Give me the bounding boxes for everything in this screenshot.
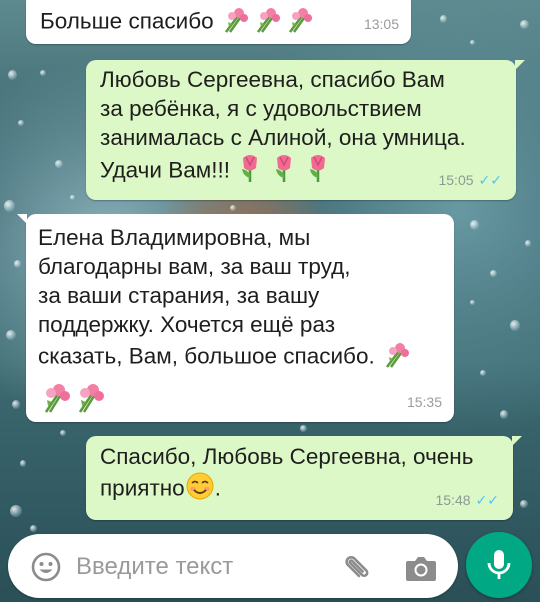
paperclip-icon[interactable] — [338, 551, 372, 585]
bouquet-icon — [78, 384, 104, 413]
tulip-icon — [310, 155, 326, 182]
bouquet-emoji-row — [38, 380, 440, 421]
message-text-suffix: . — [214, 475, 221, 501]
message-bubble-incoming[interactable]: Елена Владимировна, мы благодарны вам, з… — [17, 214, 454, 422]
message-meta: 15:35 — [407, 388, 442, 417]
message-text: Елена Владимировна, мы благодарны вам, з… — [38, 225, 375, 369]
bubble-tail — [515, 60, 525, 70]
message-time: 13:05 — [363, 16, 399, 32]
smiling-face-icon — [185, 471, 215, 508]
message-time: 15:48 — [435, 492, 471, 508]
bubble-tail — [17, 214, 27, 224]
read-receipt-icon: ✓✓ — [475, 492, 499, 508]
message-bubble-outgoing[interactable]: Спасибо, Любовь Сергеевна, очень приятно… — [86, 436, 522, 520]
message-meta: 13:05 — [364, 10, 399, 39]
bouquet-icon — [256, 8, 280, 33]
read-receipt-icon: ✓✓ — [478, 172, 502, 188]
bouquet-icon — [381, 339, 413, 376]
bouquet-emoji-row — [220, 4, 316, 41]
message-time: 15:05 — [438, 172, 474, 188]
bouquet-icon — [44, 384, 70, 413]
bouquet-icon — [288, 8, 312, 33]
bouquet-icon — [224, 8, 248, 33]
message-time: 15:35 — [406, 394, 442, 410]
tulip-icon — [276, 155, 292, 182]
message-meta: 15:48 ✓✓ — [435, 486, 499, 515]
microphone-icon[interactable] — [466, 532, 532, 598]
message-text: Больше спасибо — [40, 8, 214, 34]
tulip-icon — [242, 155, 258, 182]
message-input[interactable] — [74, 548, 328, 586]
message-composer — [8, 534, 458, 598]
message-bubble-incoming[interactable]: Больше спасибо 13:05 — [26, 0, 411, 44]
bubble-tail — [512, 436, 522, 446]
tulip-emoji-row — [236, 152, 332, 191]
message-bubble-outgoing[interactable]: Любовь Сергеевна, спасибо Вам за ребёнка… — [86, 60, 525, 200]
message-meta: 15:05 ✓✓ — [438, 166, 502, 195]
message-text: Спасибо, Любовь Сергеевна, очень приятно — [100, 444, 474, 501]
smiley-icon[interactable] — [30, 551, 62, 583]
camera-icon[interactable] — [404, 553, 438, 583]
